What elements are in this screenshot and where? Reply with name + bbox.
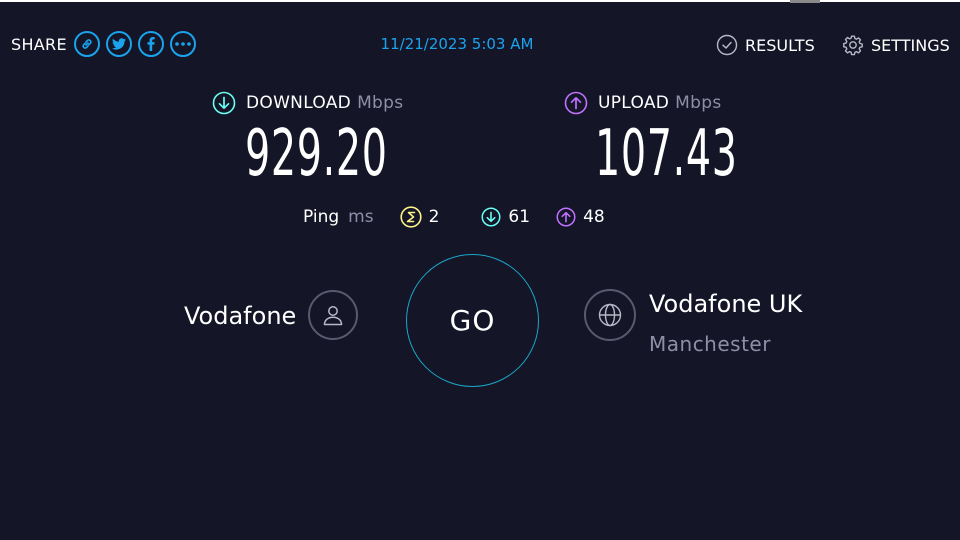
ping-idle-value: 2 bbox=[428, 207, 440, 227]
download-value: 929.20 bbox=[245, 117, 388, 191]
globe-icon bbox=[598, 303, 622, 327]
download-latency-icon bbox=[481, 207, 501, 227]
ping-upload-value: 48 bbox=[583, 207, 605, 227]
go-button[interactable]: GO bbox=[406, 254, 539, 387]
server-name[interactable]: Vodafone UK bbox=[649, 290, 802, 318]
download-arrow-icon bbox=[212, 91, 236, 115]
ping-unit: ms bbox=[348, 207, 374, 227]
top-scroll-indicator bbox=[790, 0, 820, 3]
ping-download-value: 61 bbox=[508, 207, 531, 227]
idle-latency-icon bbox=[399, 206, 422, 228]
ping-upload: 48 bbox=[556, 207, 605, 227]
isp-name: Vodafone bbox=[184, 302, 297, 330]
upload-label: UPLOAD bbox=[598, 93, 670, 113]
provider-avatar[interactable] bbox=[308, 290, 358, 340]
check-circle-icon bbox=[716, 34, 738, 56]
ping-row: Ping ms 2 61 48 bbox=[303, 205, 633, 229]
server-button[interactable] bbox=[584, 289, 636, 341]
upload-metric: UPLOAD Mbps 107.43 bbox=[564, 91, 825, 191]
upload-value: 107.43 bbox=[595, 117, 738, 191]
results-link[interactable]: RESULTS bbox=[716, 33, 815, 57]
settings-label: SETTINGS bbox=[871, 35, 950, 55]
settings-link[interactable]: SETTINGS bbox=[842, 33, 950, 57]
download-metric: DOWNLOAD Mbps 929.20 bbox=[212, 91, 475, 191]
ping-label: Ping bbox=[303, 207, 340, 227]
results-label: RESULTS bbox=[745, 35, 815, 55]
server-location: Manchester bbox=[649, 332, 771, 356]
gear-icon bbox=[843, 35, 863, 56]
upload-arrow-icon bbox=[564, 91, 588, 115]
download-label: DOWNLOAD bbox=[246, 93, 352, 113]
user-icon bbox=[323, 306, 343, 326]
upload-label-row: UPLOAD Mbps bbox=[564, 91, 825, 115]
go-label: GO bbox=[449, 304, 496, 337]
upload-latency-icon bbox=[556, 207, 576, 227]
ping-idle: 2 bbox=[399, 206, 440, 228]
download-unit: Mbps bbox=[357, 93, 404, 113]
download-label-row: DOWNLOAD Mbps bbox=[212, 91, 475, 115]
upload-unit: Mbps bbox=[675, 93, 722, 113]
ping-download: 61 bbox=[481, 207, 530, 227]
